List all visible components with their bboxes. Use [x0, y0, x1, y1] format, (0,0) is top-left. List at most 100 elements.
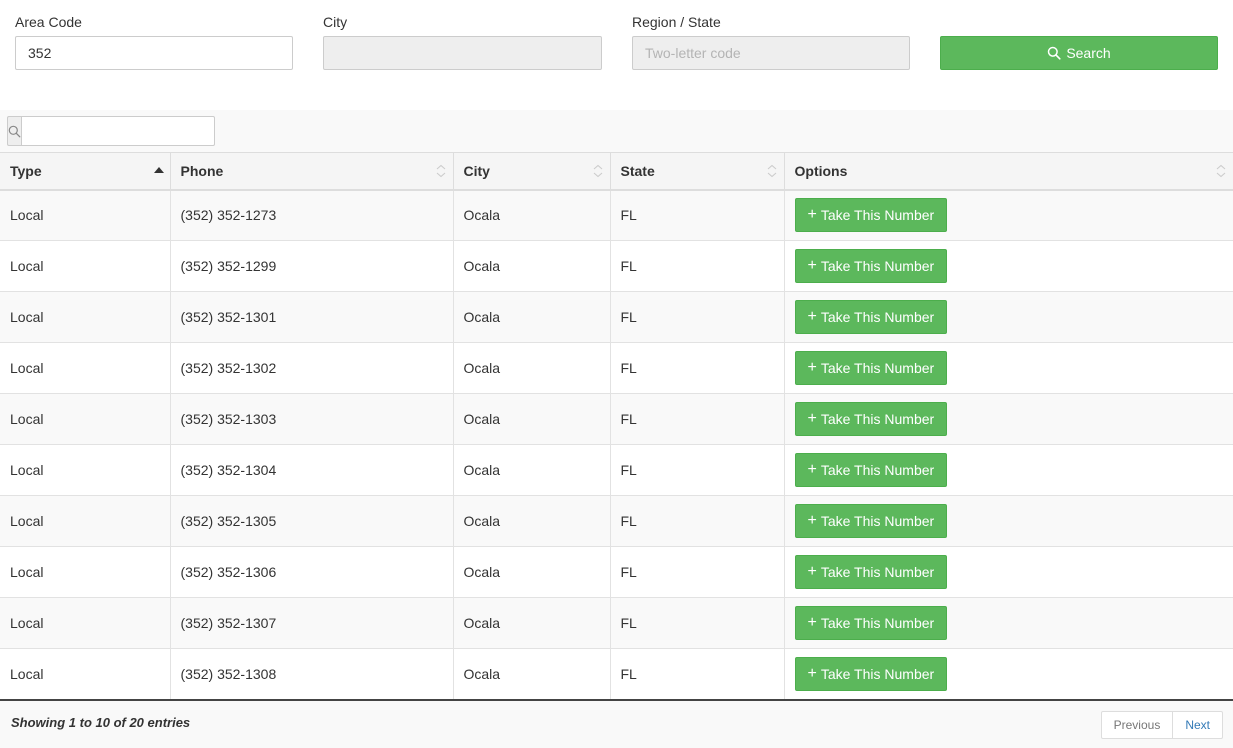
- cell-options: + Take This Number: [783, 495, 1233, 547]
- sort-icon: [1216, 164, 1226, 178]
- take-this-number-button[interactable]: + Take This Number: [794, 656, 948, 691]
- plus-icon: +: [807, 359, 817, 376]
- cell-type: Local: [0, 240, 171, 292]
- cell-city: Ocala: [452, 444, 611, 496]
- cell-options: + Take This Number: [783, 240, 1233, 292]
- column-header-type[interactable]: Type: [0, 152, 171, 191]
- cell-type: Local: [0, 597, 171, 649]
- search-button[interactable]: Search: [940, 36, 1218, 70]
- table-filter-input[interactable]: [21, 116, 215, 146]
- take-this-number-button[interactable]: + Take This Number: [794, 453, 948, 487]
- cell-state: FL: [609, 342, 785, 394]
- cell-options: + Take This Number: [783, 189, 1233, 241]
- cell-city: Ocala: [452, 189, 611, 241]
- results-panel: Type Phone City State Options Local (352…: [0, 110, 1233, 748]
- column-header-options[interactable]: Options: [783, 152, 1233, 191]
- plus-icon: +: [807, 257, 817, 274]
- cell-city: Ocala: [452, 546, 611, 598]
- city-input[interactable]: [323, 36, 602, 70]
- cell-phone: (352) 352-1302: [169, 342, 454, 394]
- cell-phone: (352) 352-1304: [169, 444, 454, 496]
- cell-type: Local: [0, 495, 171, 547]
- cell-city: Ocala: [452, 597, 611, 649]
- cell-type: Local: [0, 291, 171, 343]
- cell-options: + Take This Number: [783, 393, 1233, 445]
- cell-state: FL: [609, 648, 785, 701]
- sort-icon: [436, 164, 445, 178]
- column-header-city[interactable]: City: [452, 152, 611, 191]
- cell-options: + Take This Number: [783, 342, 1233, 394]
- take-this-number-button[interactable]: + Take This Number: [794, 351, 948, 385]
- table-row: Local (352) 352-1304 Ocala FL + Take This Num…: [0, 444, 1233, 496]
- cell-options: + Take This Number: [783, 291, 1233, 343]
- cell-phone: (352) 352-1307: [169, 597, 454, 649]
- cell-state: FL: [609, 495, 785, 547]
- take-this-number-button[interactable]: + Take This Number: [794, 555, 948, 589]
- cell-state: FL: [609, 240, 785, 292]
- column-header-label: Phone: [180, 162, 224, 179]
- table-row: Local (352) 352-1299 Ocala FL + Take This Num…: [0, 240, 1233, 292]
- cell-city: Ocala: [452, 240, 611, 292]
- take-this-number-label: Take This Number: [820, 411, 935, 427]
- table-row: Local (352) 352-1301 Ocala FL + Take This Num…: [0, 291, 1233, 343]
- take-this-number-label: Take This Number: [820, 615, 935, 631]
- plus-icon: +: [807, 461, 817, 478]
- take-this-number-label: Take This Number: [820, 207, 935, 224]
- plus-icon: +: [807, 614, 817, 631]
- table-row: Local (352) 352-1306 Ocala FL + Take This Num…: [0, 546, 1233, 598]
- take-this-number-button[interactable]: + Take This Number: [794, 249, 948, 283]
- cell-phone: (352) 352-1308: [169, 648, 454, 701]
- table-row: Local (352) 352-1273 Ocala FL + Take This Num…: [0, 189, 1233, 241]
- column-header-phone[interactable]: Phone: [169, 152, 454, 191]
- cell-city: Ocala: [452, 648, 611, 701]
- take-this-number-button[interactable]: + Take This Number: [794, 606, 948, 640]
- search-icon: [1048, 46, 1061, 60]
- take-this-number-button[interactable]: + Take This Number: [794, 198, 948, 233]
- take-this-number-button[interactable]: + Take This Number: [794, 300, 948, 334]
- cell-city: Ocala: [452, 495, 611, 547]
- cell-type: Local: [0, 342, 171, 394]
- cell-options: + Take This Number: [783, 648, 1233, 701]
- filter-search-icon: [7, 116, 21, 146]
- pagination: Previous Next: [1100, 711, 1223, 739]
- cell-state: FL: [609, 444, 785, 496]
- take-this-number-button[interactable]: + Take This Number: [794, 504, 948, 538]
- cell-options: + Take This Number: [783, 597, 1233, 649]
- plus-icon: +: [807, 664, 817, 682]
- region-input[interactable]: [632, 36, 910, 70]
- take-this-number-label: Take This Number: [820, 360, 935, 376]
- column-header-state[interactable]: State: [609, 152, 785, 191]
- cell-state: FL: [609, 597, 785, 649]
- plus-icon: +: [807, 308, 817, 325]
- plus-icon: +: [807, 563, 817, 580]
- table-row: Local (352) 352-1308 Ocala FL + Take This Num…: [0, 648, 1233, 701]
- plus-icon: +: [807, 410, 817, 427]
- take-this-number-label: Take This Number: [820, 462, 935, 478]
- sort-icon: [593, 164, 602, 178]
- table-row: Local (352) 352-1305 Ocala FL + Take This Num…: [0, 495, 1233, 547]
- search-button-label: Search: [1066, 45, 1111, 61]
- cell-phone: (352) 352-1273: [169, 189, 454, 241]
- area-code-label: Area Code: [15, 14, 82, 30]
- take-this-number-button[interactable]: + Take This Number: [794, 402, 948, 436]
- cell-options: + Take This Number: [783, 444, 1233, 496]
- take-this-number-label: Take This Number: [820, 665, 935, 682]
- cell-phone: (352) 352-1305: [169, 495, 454, 547]
- take-this-number-label: Take This Number: [820, 309, 935, 325]
- column-header-label: Options: [794, 162, 848, 179]
- previous-page-button[interactable]: Previous: [1100, 711, 1174, 739]
- cell-phone: (352) 352-1299: [169, 240, 454, 292]
- plus-icon: +: [807, 206, 817, 224]
- cell-type: Local: [0, 444, 171, 496]
- cell-state: FL: [609, 393, 785, 445]
- table-info: Showing 1 to 10 of 20 entries: [11, 715, 191, 730]
- table-row: Local (352) 352-1303 Ocala FL + Take This Num…: [0, 393, 1233, 445]
- next-page-button[interactable]: Next: [1173, 711, 1223, 739]
- cell-state: FL: [609, 291, 785, 343]
- cell-city: Ocala: [452, 393, 611, 445]
- take-this-number-label: Take This Number: [820, 564, 935, 580]
- area-code-input[interactable]: [15, 36, 293, 70]
- cell-type: Local: [0, 546, 171, 598]
- sort-ascending-icon: [153, 167, 164, 173]
- sort-icon: [767, 164, 776, 178]
